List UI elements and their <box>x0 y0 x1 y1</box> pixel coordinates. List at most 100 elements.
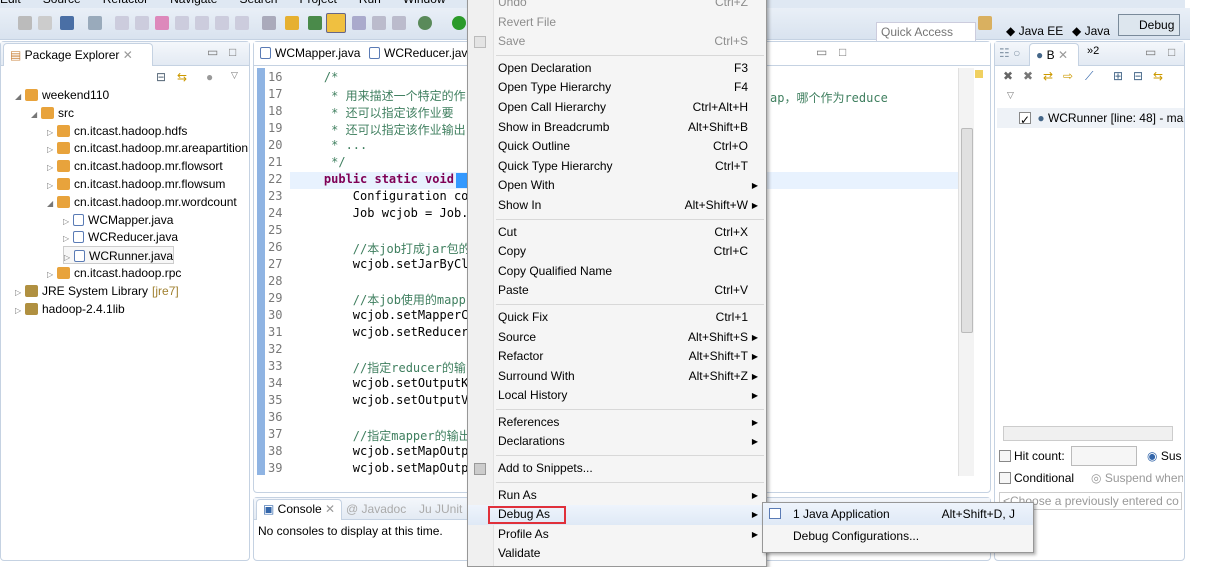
menu-item-cut[interactable]: Cut Ctrl+X <box>468 223 766 243</box>
close-icon[interactable]: ✕ <box>123 48 133 62</box>
link-icon[interactable]: ⇆ <box>1153 69 1163 83</box>
menu-item-open-declaration[interactable]: Open Declaration F3 <box>468 59 766 79</box>
tree-item[interactable]: ▷ hadoop-2.4.1lib <box>15 300 125 318</box>
suspend-thread-radio[interactable]: ◉ Sus <box>1147 449 1182 463</box>
minimize-icon[interactable]: ▭ <box>1145 45 1156 59</box>
minimize-icon[interactable]: ▭ <box>207 45 218 59</box>
perspective-debug[interactable]: Debug <box>1118 14 1180 36</box>
tab-console[interactable]: ▣ Console ✕ <box>256 499 343 520</box>
console-icon[interactable] <box>60 16 74 30</box>
link-with-editor-icon[interactable]: ⇆ <box>177 70 187 84</box>
perspective-java[interactable]: ◆ Java <box>1072 24 1110 38</box>
remove-all-icon[interactable]: ✖ <box>1023 69 1033 83</box>
submenu-item[interactable]: Debug Configurations... <box>763 525 1033 547</box>
tree-item[interactable]: ▷ cn.itcast.hadoop.rpc <box>47 264 181 282</box>
menu-item-validate[interactable]: Validate <box>468 544 766 564</box>
suspend-icon[interactable] <box>135 16 149 30</box>
collapse-all-icon[interactable]: ⊟ <box>1133 69 1143 83</box>
variables-icon[interactable]: ☷ ○ <box>999 46 1020 60</box>
menu-item-refactor[interactable]: Refactor Alt+Shift+T ▶ <box>468 347 766 367</box>
chevron-down-icon[interactable]: ▽ <box>231 70 238 81</box>
tab-wcreducer[interactable]: WCReducer.java <box>369 46 469 60</box>
tree-item[interactable]: ▷ WCRunner.java <box>63 246 175 265</box>
quick-access-input[interactable] <box>876 22 976 42</box>
resume-icon[interactable] <box>115 16 129 30</box>
menu-search[interactable]: Search <box>239 0 277 6</box>
menu-edit[interactable]: Edit <box>0 0 21 6</box>
tree-item[interactable]: ▷ cn.itcast.hadoop.mr.areapartition <box>47 139 248 157</box>
menu-item-profile-as[interactable]: Profile As ▶ <box>468 525 766 545</box>
tree-item[interactable]: ◢ src <box>31 104 74 122</box>
menu-item-add-to-snippets[interactable]: Add to Snippets... <box>468 459 766 479</box>
submenu-item[interactable]: 1 Java Application Alt+Shift+D, J <box>763 503 1033 525</box>
menu-item-source[interactable]: Source Alt+Shift+S ▶ <box>468 328 766 348</box>
menu-window[interactable]: Window <box>403 0 446 6</box>
menu-item-surround-with[interactable]: Surround With Alt+Shift+Z ▶ <box>468 367 766 387</box>
close-icon[interactable]: ✕ <box>1058 48 1068 62</box>
tab-wcmapper[interactable]: WCMapper.java <box>260 46 360 60</box>
menu-item-copy[interactable]: Copy Ctrl+C <box>468 242 766 262</box>
menu-refactor[interactable]: Refactor <box>103 0 148 6</box>
scrollbar-thumb[interactable] <box>961 128 973 333</box>
hit-count-input[interactable] <box>1071 446 1137 466</box>
mark-occurrences-icon[interactable] <box>326 13 346 33</box>
tree-item[interactable]: ▷ cn.itcast.hadoop.mr.flowsort <box>47 157 223 175</box>
menu-run[interactable]: Run <box>359 0 381 6</box>
minimize-icon[interactable]: ▭ <box>816 45 827 59</box>
expanded-arrow-icon[interactable]: ◢ <box>47 195 57 213</box>
maximize-icon[interactable]: □ <box>839 45 846 59</box>
menu-item-debug-as[interactable]: Debug As ▶ <box>468 505 766 525</box>
debug-launch-icon[interactable] <box>418 16 432 30</box>
menu-item-paste[interactable]: Paste Ctrl+V <box>468 281 766 301</box>
show-whitespace-icon[interactable] <box>392 16 406 30</box>
hit-count-checkbox[interactable]: Hit count: <box>999 449 1065 463</box>
show-supported-icon[interactable]: ⇄ <box>1043 69 1053 83</box>
expand-all-icon[interactable]: ⊞ <box>1113 69 1123 83</box>
suspend-when-radio[interactable]: ◎ Suspend when ' <box>1091 471 1183 485</box>
menu-item-show-in-breadcrumb[interactable]: Show in Breadcrumb Alt+Shift+B <box>468 118 766 138</box>
open-perspective-icon[interactable] <box>978 16 992 30</box>
tree-item[interactable]: ◢ cn.itcast.hadoop.mr.wordcount <box>47 193 237 211</box>
go-to-file-icon[interactable]: ⇨ <box>1063 69 1073 83</box>
run-icon[interactable] <box>452 16 466 30</box>
skip-breakpoints-icon[interactable]: ⟋ <box>1085 69 1093 84</box>
menu-item-run-as[interactable]: Run As ▶ <box>468 486 766 506</box>
menu-navigate[interactable]: Navigate <box>170 0 217 6</box>
terminate-icon[interactable] <box>155 16 169 30</box>
overview-marker[interactable] <box>975 70 983 78</box>
menu-item-undo[interactable]: Undo Ctrl+Z <box>468 0 766 13</box>
menu-item-open-call-hierarchy[interactable]: Open Call Hierarchy Ctrl+Alt+H <box>468 98 766 118</box>
tree-item[interactable]: ◢ weekend110 <box>15 86 109 104</box>
menu-item-quick-fix[interactable]: Quick Fix Ctrl+1 <box>468 308 766 328</box>
tree-item[interactable]: ▷ WCMapper.java <box>63 211 173 229</box>
maximize-icon[interactable]: □ <box>229 45 236 59</box>
save-all-icon[interactable] <box>38 16 52 30</box>
menu-item-quick-outline[interactable]: Quick Outline Ctrl+O <box>468 137 766 157</box>
menu-item-references[interactable]: References ▶ <box>468 413 766 433</box>
step-return-icon[interactable] <box>235 16 249 30</box>
more-tabs-button[interactable]: »2 <box>1087 45 1099 57</box>
horizontal-scrollbar[interactable] <box>1003 426 1173 441</box>
tab-breakpoints[interactable]: ● B ✕ <box>1029 43 1079 66</box>
disconnect-icon[interactable] <box>175 16 189 30</box>
perspective-java-ee[interactable]: ◆ Java EE <box>1006 24 1063 38</box>
collapsed-arrow-icon[interactable]: ▷ <box>15 302 25 320</box>
skip-breakpoints-icon[interactable] <box>88 16 102 30</box>
tab-package-explorer[interactable]: ▤ Package Explorer ✕ <box>3 43 153 66</box>
editor-scrollbar[interactable] <box>958 68 974 476</box>
chevron-down-icon[interactable]: ▽ <box>1007 90 1014 101</box>
collapse-all-icon[interactable]: ⊟ <box>156 70 166 84</box>
breakpoint-item[interactable]: ✓ ● WCRunner [line: 48] - mai <box>997 108 1184 128</box>
menu-item-local-history[interactable]: Local History ▶ <box>468 386 766 406</box>
menu-project[interactable]: Project <box>299 0 336 6</box>
menu-item-declarations[interactable]: Declarations ▶ <box>468 432 766 452</box>
toggle-icon[interactable] <box>352 16 366 30</box>
expanded-arrow-icon[interactable]: ◢ <box>15 88 25 106</box>
menu-item-save[interactable]: Save Ctrl+S <box>468 32 766 52</box>
menu-item-copy-qualified-name[interactable]: Copy Qualified Name <box>468 262 766 282</box>
tree-item[interactable]: ▷ cn.itcast.hadoop.hdfs <box>47 122 187 140</box>
view-menu-icon[interactable]: ● <box>206 70 213 84</box>
drop-to-frame-icon[interactable] <box>262 16 276 30</box>
close-icon[interactable]: ✕ <box>325 502 335 516</box>
menu-item-revert-file[interactable]: Revert File <box>468 13 766 33</box>
